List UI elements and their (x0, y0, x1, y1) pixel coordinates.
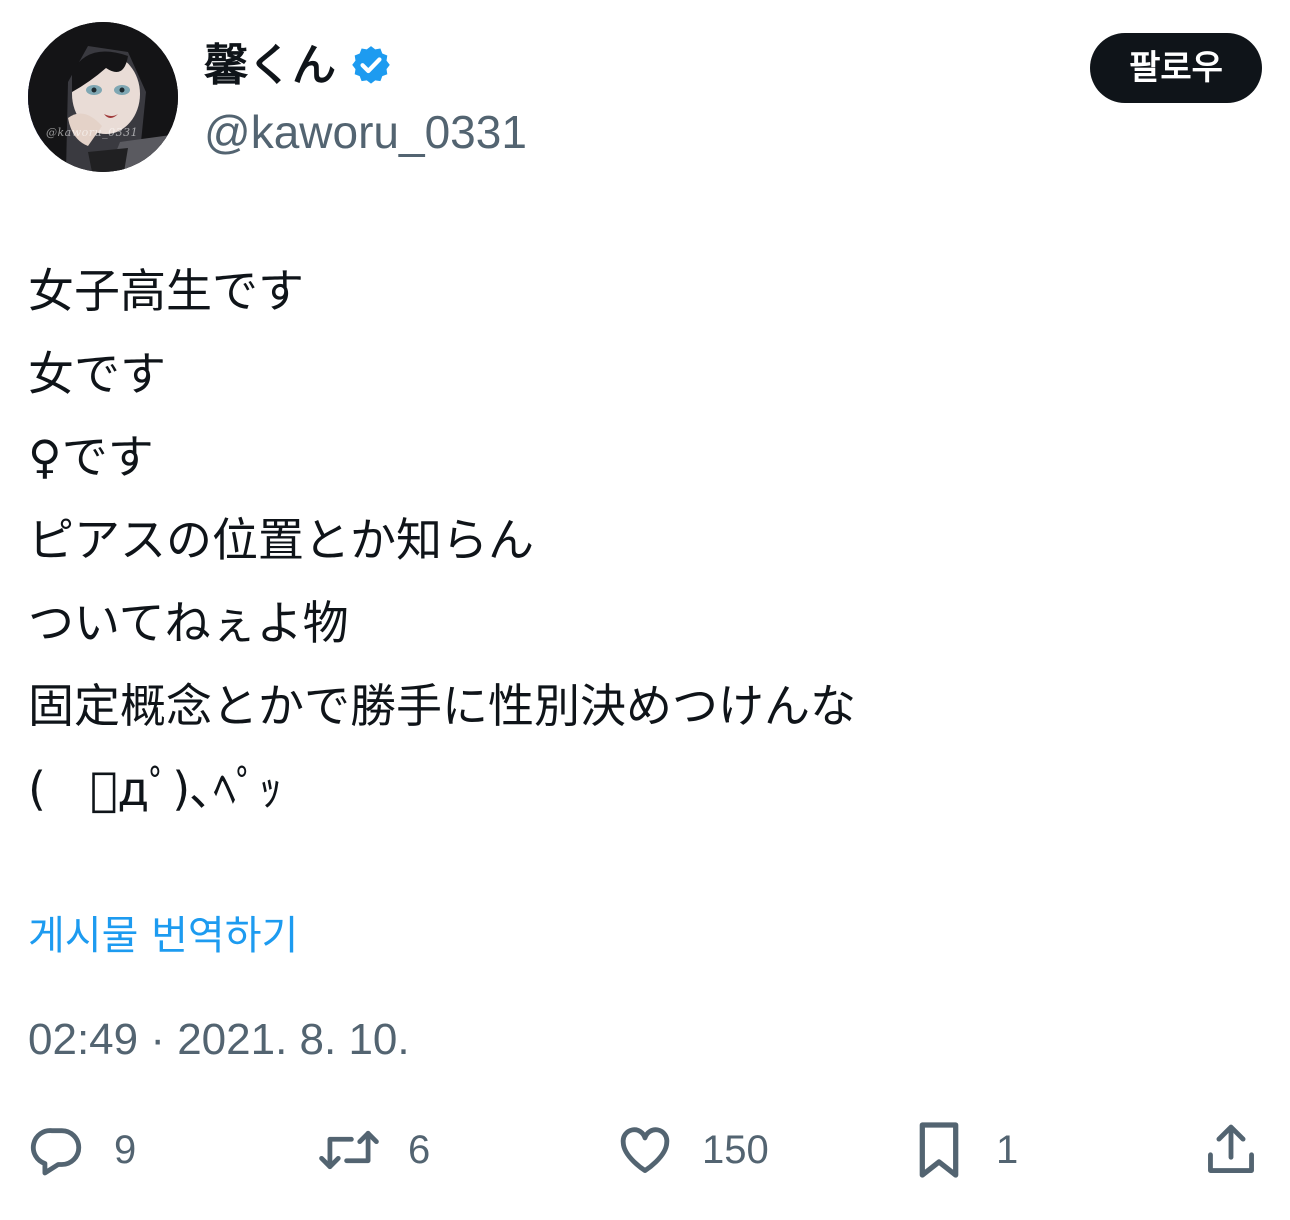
tweet-line: 固定概念とかで勝手に性別決めつけんな (28, 679, 856, 733)
like-count: 150 (702, 1128, 769, 1172)
like-button[interactable]: 150 (616, 1115, 769, 1185)
post-timestamp[interactable]: 02:49 · 2021. 8. 10. (28, 1010, 410, 1070)
avatar[interactable]: @kaworu_0331 (28, 22, 178, 172)
retweet-count: 6 (408, 1128, 431, 1172)
translate-post-link[interactable]: 게시물 번역하기 (28, 906, 298, 966)
tweet-text: 女子高生です 女です ♀です ピアスの位置とか知らん ついてねぇよ物 固定概念と… (28, 250, 1248, 831)
verified-badge-icon (348, 43, 394, 89)
tweet-header: @kaworu_0331 馨くん @kaworu_0331 팔로우 (28, 22, 1262, 174)
tweet-line: ( ﾟдﾟ)､ﾍﾟｯ (28, 762, 283, 816)
tweet-line: ついてねぇよ物 (28, 596, 349, 650)
reply-count: 9 (114, 1128, 137, 1172)
name-row: 馨くん (204, 36, 394, 96)
retweet-button[interactable]: 6 (318, 1115, 430, 1185)
share-button[interactable] (1202, 1115, 1260, 1185)
retweet-icon (318, 1121, 380, 1179)
tweet-line: ♀です (28, 430, 154, 484)
follow-button[interactable]: 팔로우 (1090, 33, 1262, 103)
avatar-watermark: @kaworu_0331 (46, 126, 139, 139)
reply-button[interactable]: 9 (28, 1115, 136, 1185)
bookmark-button[interactable]: 1 (910, 1115, 1018, 1185)
bookmark-count: 1 (996, 1128, 1019, 1172)
tweet-line: 女子高生です (28, 264, 304, 318)
user-handle[interactable]: @kaworu_0331 (204, 102, 527, 162)
bookmark-icon (910, 1119, 968, 1181)
action-bar: 9 6 150 1 (0, 1115, 1290, 1185)
reply-icon (28, 1121, 86, 1179)
tweet-line: 女です (28, 347, 166, 401)
heart-icon (616, 1121, 674, 1179)
tweet-line: ピアスの位置とか知らん (28, 513, 534, 567)
share-icon (1202, 1121, 1260, 1179)
display-name[interactable]: 馨くん (204, 36, 336, 96)
avatar-illustration (28, 22, 178, 172)
